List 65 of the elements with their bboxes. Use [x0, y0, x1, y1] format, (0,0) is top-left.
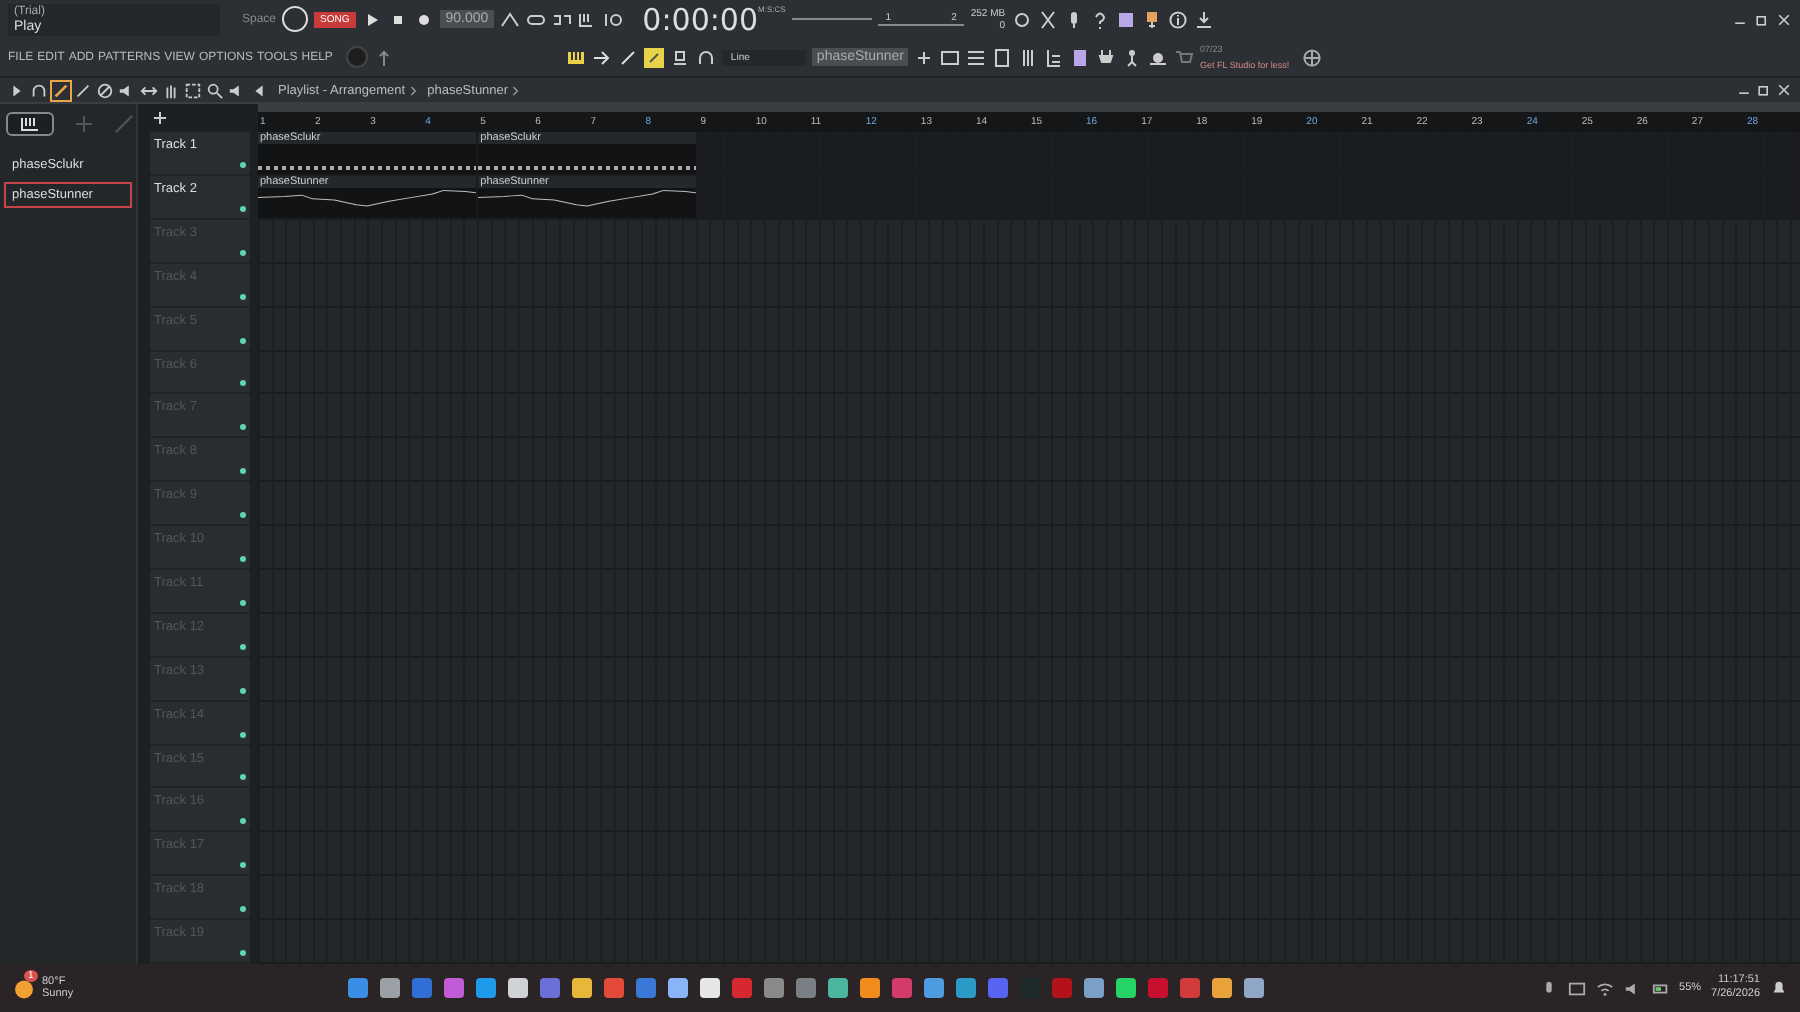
download-icon[interactable]	[1193, 9, 1214, 29]
pencil-icon[interactable]	[52, 81, 70, 99]
track-led[interactable]	[240, 380, 246, 387]
chevron-icon	[512, 83, 521, 97]
sun-icon	[12, 976, 36, 1000]
restore-icon[interactable]	[1756, 82, 1772, 98]
zoom-icon[interactable]	[206, 81, 224, 99]
app-icon[interactable]	[506, 976, 531, 1000]
track-led[interactable]	[240, 774, 246, 781]
track-led[interactable]	[240, 468, 246, 475]
app-icon[interactable]	[1210, 976, 1235, 1000]
brush-icon[interactable]	[74, 81, 92, 99]
track-led[interactable]	[240, 906, 246, 913]
arrow-icon[interactable]	[8, 81, 26, 99]
close-icon[interactable]	[1776, 11, 1792, 27]
track-led[interactable]	[240, 687, 246, 694]
help-icon[interactable]	[1089, 9, 1110, 29]
track-led[interactable]	[240, 337, 246, 344]
display-icon[interactable]	[1567, 979, 1586, 997]
info-icon[interactable]	[1167, 9, 1188, 29]
track-led[interactable]	[240, 293, 246, 300]
app-icon[interactable]	[698, 976, 723, 1000]
track-led[interactable]	[240, 424, 246, 431]
brush-icon[interactable]	[618, 47, 639, 67]
magnet-icon[interactable]	[30, 81, 48, 99]
select-icon[interactable]	[184, 81, 202, 99]
track-led[interactable]	[240, 950, 246, 956]
battery-icon[interactable]	[1651, 979, 1670, 997]
track-led[interactable]	[240, 862, 246, 869]
track-led[interactable]	[240, 205, 246, 212]
restore-icon[interactable]	[1754, 11, 1770, 27]
app-icon[interactable]	[922, 976, 947, 1000]
track-led[interactable]	[240, 731, 246, 738]
app-icon[interactable]	[1242, 976, 1267, 1000]
track-led[interactable]	[240, 599, 246, 606]
arrow-icon[interactable]	[250, 81, 268, 99]
right-arrow-icon[interactable]	[592, 47, 613, 67]
magnet-icon[interactable]	[696, 47, 717, 67]
chevron-icon	[409, 83, 418, 97]
app-icon[interactable]	[858, 976, 883, 1000]
app-icon[interactable]	[1082, 976, 1107, 1000]
app-icon[interactable]	[1114, 976, 1139, 1000]
app-icon[interactable]	[826, 976, 851, 1000]
delete-icon[interactable]	[96, 81, 114, 99]
track-led[interactable]	[240, 512, 246, 519]
app-icon[interactable]	[378, 976, 403, 1000]
record-icon[interactable]	[413, 9, 434, 29]
app-icon[interactable]	[474, 976, 499, 1000]
close-icon[interactable]	[1776, 82, 1792, 98]
track-led[interactable]	[240, 818, 246, 825]
plus-icon[interactable]	[914, 47, 935, 67]
track-led[interactable]	[240, 643, 246, 650]
metronome-icon[interactable]	[500, 9, 521, 29]
plus-icon[interactable]	[150, 108, 170, 129]
picker-mode-button[interactable]	[6, 112, 54, 136]
circle-knob[interactable]	[282, 6, 309, 32]
globe-icon[interactable]	[1302, 47, 1323, 67]
bell-icon[interactable]	[1770, 979, 1788, 997]
wifi-icon[interactable]	[1595, 979, 1614, 997]
app-icon[interactable]	[666, 976, 691, 1000]
track-led[interactable]	[240, 161, 246, 168]
track-led[interactable]	[240, 555, 246, 562]
track-led[interactable]	[240, 249, 246, 256]
piano-icon[interactable]	[566, 47, 587, 67]
app-icon[interactable]	[570, 976, 595, 1000]
